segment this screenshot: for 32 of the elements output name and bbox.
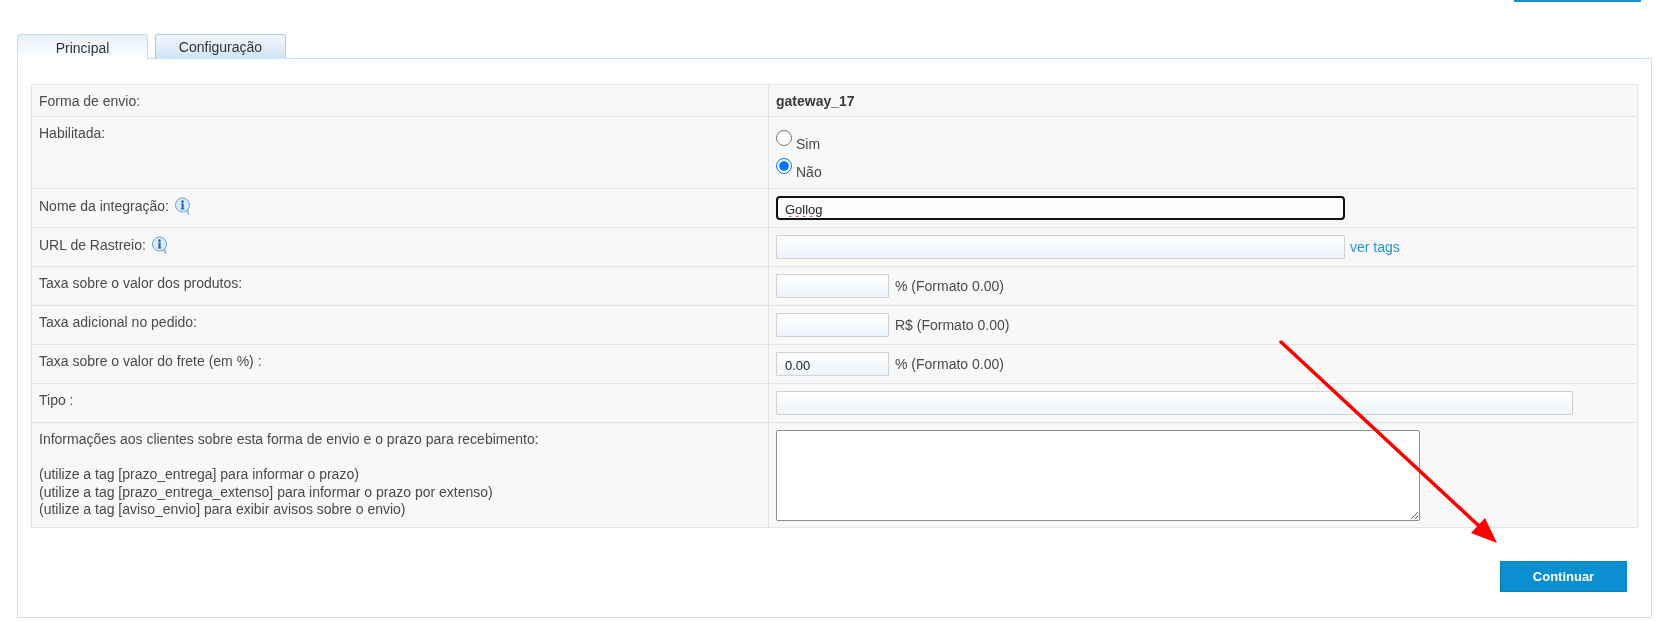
number-field[interactable]: 0.00 <box>776 352 889 376</box>
field-value: gateway_17 <box>776 93 855 109</box>
field-label: Nome da integração: <box>39 198 169 214</box>
info-icon[interactable] <box>150 236 169 254</box>
field-label: Tipo : <box>39 392 74 408</box>
format-hint: R$ (Formato 0.00) <box>895 317 1010 333</box>
text-field[interactable]: Gollog <box>776 196 1345 220</box>
text-field[interactable] <box>776 391 1573 415</box>
tab[interactable]: Configuração <box>155 34 286 59</box>
field-label: Forma de envio: <box>39 93 141 109</box>
hint-text: (utilize a tag [aviso_envio] para exibir avisos sobre o envio) <box>39 501 406 519</box>
info-icon[interactable] <box>173 197 192 215</box>
radio-button[interactable] <box>776 130 792 146</box>
text-field[interactable] <box>776 235 1345 259</box>
option-label: Não <box>796 164 822 180</box>
field-label: Taxa sobre o valor dos produtos: <box>39 275 243 291</box>
field-label: URL de Rastreio: <box>39 237 146 253</box>
textarea-field[interactable] <box>776 430 1420 521</box>
continue-button[interactable]: Continuar <box>1500 561 1627 592</box>
number-field[interactable] <box>776 313 889 337</box>
hint-text: (utilize a tag [prazo_entrega] para informar o prazo) <box>39 466 359 484</box>
field-label: Taxa sobre o valor do frete (em %) : <box>39 353 262 369</box>
field-label: Habilitada: <box>39 125 106 141</box>
field-label: Informações aos clientes sobre esta forma de envio e o prazo para recebimento: <box>39 431 539 447</box>
format-hint: % (Formato 0.00) <box>895 356 1004 372</box>
field-label: Taxa adicional no pedido: <box>39 314 197 330</box>
hint-text: (utilize a tag [prazo_entrega_extenso] para informar o prazo por extenso) <box>39 483 493 501</box>
number-field[interactable] <box>776 274 889 298</box>
option-label: Sim <box>796 136 821 152</box>
format-hint: % (Formato 0.00) <box>895 278 1004 294</box>
radio-button[interactable] <box>776 158 792 174</box>
tab[interactable]: Principal <box>17 34 148 60</box>
